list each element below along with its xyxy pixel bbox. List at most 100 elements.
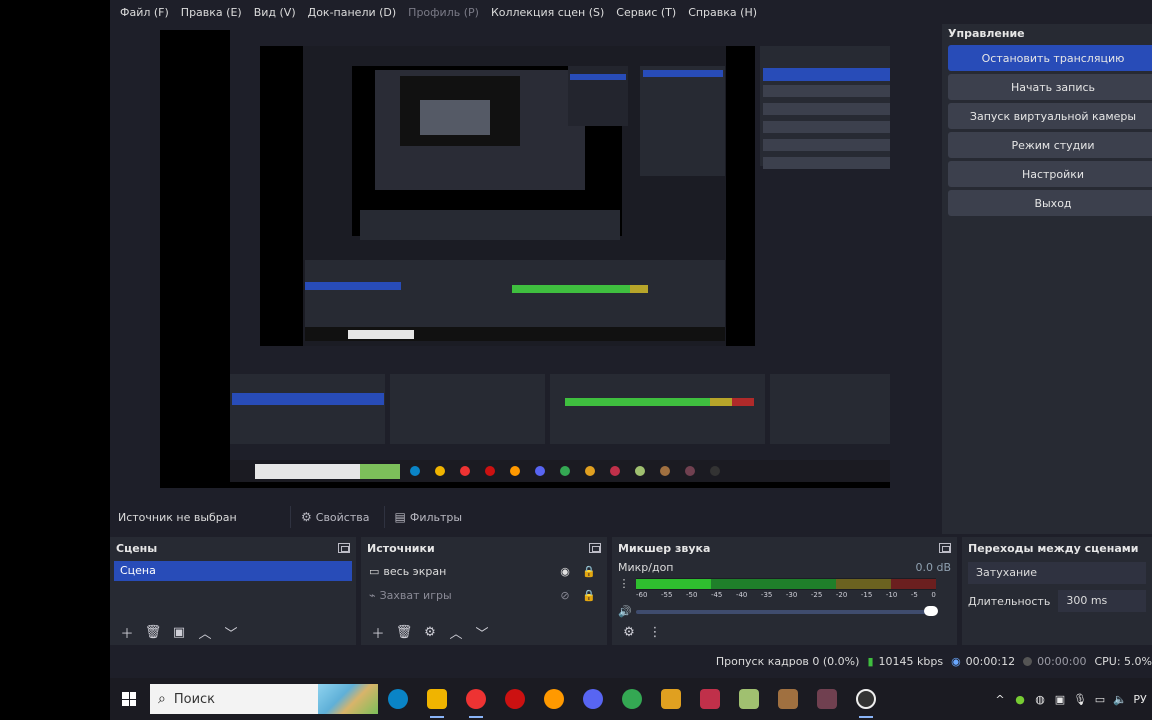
search-highlight-image (318, 684, 378, 714)
move-up-icon[interactable]: ︿ (445, 622, 467, 642)
chrome-app-icon[interactable] (612, 678, 651, 720)
orange-app-icon[interactable] (534, 678, 573, 720)
filters-label: Фильтры (409, 510, 463, 524)
menu-profile[interactable]: Профиль (P) (402, 6, 485, 19)
no-source-label: Источник не выбран (118, 510, 237, 524)
owl-app-icon[interactable] (768, 678, 807, 720)
eye-icon[interactable]: ◉ (555, 565, 575, 578)
start-virtual-camera-button[interactable]: Запуск виртуальной камеры (948, 103, 1152, 129)
source-toolbar: Источник не выбран ⚙ Свойства ▤ Фильтры (110, 500, 936, 534)
controls-dock: Управление Остановить трансляцию Начать … (942, 24, 1152, 534)
studio-mode-button[interactable]: Режим студии (948, 132, 1152, 158)
lock-icon[interactable]: 🔒 (579, 589, 599, 602)
start-recording-button[interactable]: Начать запись (948, 74, 1152, 100)
obs-app-icon[interactable] (846, 678, 885, 720)
menu-docks[interactable]: Док-панели (D) (302, 6, 403, 19)
eye-off-icon[interactable]: ⊘ (555, 589, 575, 602)
stop-streaming-button[interactable]: Остановить трансляцию (948, 45, 1152, 71)
move-down-icon[interactable]: ﹀ (220, 622, 242, 642)
filters-button[interactable]: ▤ Фильтры (383, 506, 473, 528)
record-time: 00:00:00 (1037, 654, 1087, 668)
file-explorer-app-icon[interactable] (417, 678, 456, 720)
settings-button[interactable]: Настройки (948, 161, 1152, 187)
move-down-icon[interactable]: ﹀ (471, 622, 493, 642)
yellow-app-icon[interactable] (651, 678, 690, 720)
opera-app-icon[interactable] (495, 678, 534, 720)
bitrate: 10145 kbps (878, 654, 944, 668)
menu-edit[interactable]: Правка (E) (175, 6, 248, 19)
scene-item[interactable]: Сцена (114, 561, 352, 581)
dropped-frames: Пропуск кадров 0 (0.0%) (715, 654, 860, 668)
mixer-title: Микшер звука (618, 541, 711, 555)
status-bar: Пропуск кадров 0 (0.0%) ▮ 10145 kbps ◉ 0… (110, 648, 1152, 674)
game-app-icon[interactable] (729, 678, 768, 720)
chevron-up-icon[interactable]: ^ (994, 693, 1006, 706)
remove-scene-icon[interactable]: 🗑 (142, 622, 164, 642)
duration-label: Длительность (968, 594, 1051, 608)
search-placeholder: Поиск (173, 691, 216, 707)
add-source-icon[interactable]: ＋ (367, 622, 389, 642)
source-properties-icon[interactable]: ⚙ (419, 622, 441, 642)
transitions-title: Переходы между сценами (968, 541, 1139, 555)
properties-button[interactable]: ⚙ Свойства (290, 506, 380, 528)
exit-button[interactable]: Выход (948, 190, 1152, 216)
filters-icon: ▤ (394, 510, 406, 524)
scene-transitions-dock: Переходы между сценами Затухание Длитель… (962, 537, 1152, 645)
add-scene-icon[interactable]: ＋ (116, 622, 138, 642)
menu-help[interactable]: Справка (H) (682, 6, 763, 19)
sources-dock: Источники ▭ весь экран ◉ 🔒 ⌁ Захват игры… (361, 537, 607, 645)
mixer-menu-icon[interactable]: ⋮ (644, 622, 666, 642)
windows-taskbar: ⌕ Поиск ^ ● ◍ ▣ 🎙 ▭ 🔈 РУ (110, 678, 1152, 720)
source-name: весь экран (383, 564, 447, 578)
volume-fader-knob[interactable] (924, 605, 938, 616)
controls-title: Управление (948, 27, 1025, 40)
taskbar-search[interactable]: ⌕ Поиск (150, 684, 378, 714)
duration-input[interactable]: 300 ms (1058, 590, 1146, 612)
menu-tools[interactable]: Сервис (T) (610, 6, 682, 19)
network-icon[interactable]: ▭ (1094, 693, 1106, 706)
search-icon: ⌕ (158, 691, 166, 707)
discord-app-icon[interactable] (573, 678, 612, 720)
stream-time: 00:00:12 (965, 654, 1016, 668)
monitor-icon: ▭ (369, 564, 380, 578)
undock-icon[interactable] (589, 543, 601, 553)
undock-icon[interactable] (939, 543, 951, 553)
recursive-preview-image (160, 30, 890, 488)
advanced-audio-icon[interactable]: ⚙ (618, 622, 640, 642)
volume-fader[interactable] (636, 605, 938, 616)
scenes-dock: Сцены Сцена ＋ 🗑 ▣ ︿ ﹀ (110, 537, 356, 645)
lock-icon[interactable]: 🔒 (579, 565, 599, 578)
preview-canvas[interactable] (160, 30, 890, 488)
transition-type-select[interactable]: Затухание (968, 562, 1146, 584)
volume-icon[interactable]: 🔊 (618, 605, 632, 618)
live-icon: ◉ (951, 654, 961, 668)
audio-mixer-dock: Микшер звука Микр/доп 0.0 dB ⋮ -60 -55 -50… (612, 537, 957, 645)
menu-file[interactable]: Файл (F) (114, 6, 175, 19)
kebab-menu-icon[interactable]: ⋮ (618, 577, 630, 590)
scene-filters-icon[interactable]: ▣ (168, 622, 190, 642)
source-row[interactable]: ▭ весь экран ◉ 🔒 (361, 559, 607, 583)
preview-area (110, 24, 936, 496)
start-button[interactable] (110, 678, 148, 720)
source-row[interactable]: ⌁ Захват игры ⊘ 🔒 (361, 583, 607, 607)
audio-meter (636, 577, 936, 590)
remove-source-icon[interactable]: 🗑 (393, 622, 415, 642)
edge-app-icon[interactable] (378, 678, 417, 720)
tray-app-icon[interactable]: ● (1014, 693, 1026, 706)
menu-view[interactable]: Вид (V) (248, 6, 302, 19)
tray-camera-icon[interactable]: ▣ (1054, 693, 1066, 706)
move-up-icon[interactable]: ︿ (194, 622, 216, 642)
sources-title: Источники (367, 541, 435, 555)
menu-scene-collection[interactable]: Коллекция сцен (S) (485, 6, 610, 19)
mixer-db-value: 0.0 dB (915, 561, 951, 574)
media-app-icon[interactable] (807, 678, 846, 720)
yandex-browser-app-icon[interactable] (456, 678, 495, 720)
volume-icon[interactable]: 🔈 (1113, 693, 1127, 706)
undock-icon[interactable] (338, 543, 350, 553)
gear-icon: ⚙ (301, 510, 312, 524)
tray-app-icon[interactable]: ◍ (1034, 693, 1046, 706)
signal-bars-icon: ▮ (867, 654, 874, 668)
language-indicator[interactable]: РУ (1133, 693, 1146, 706)
shield-app-icon[interactable] (690, 678, 729, 720)
microphone-icon[interactable]: 🎙 (1073, 693, 1087, 706)
